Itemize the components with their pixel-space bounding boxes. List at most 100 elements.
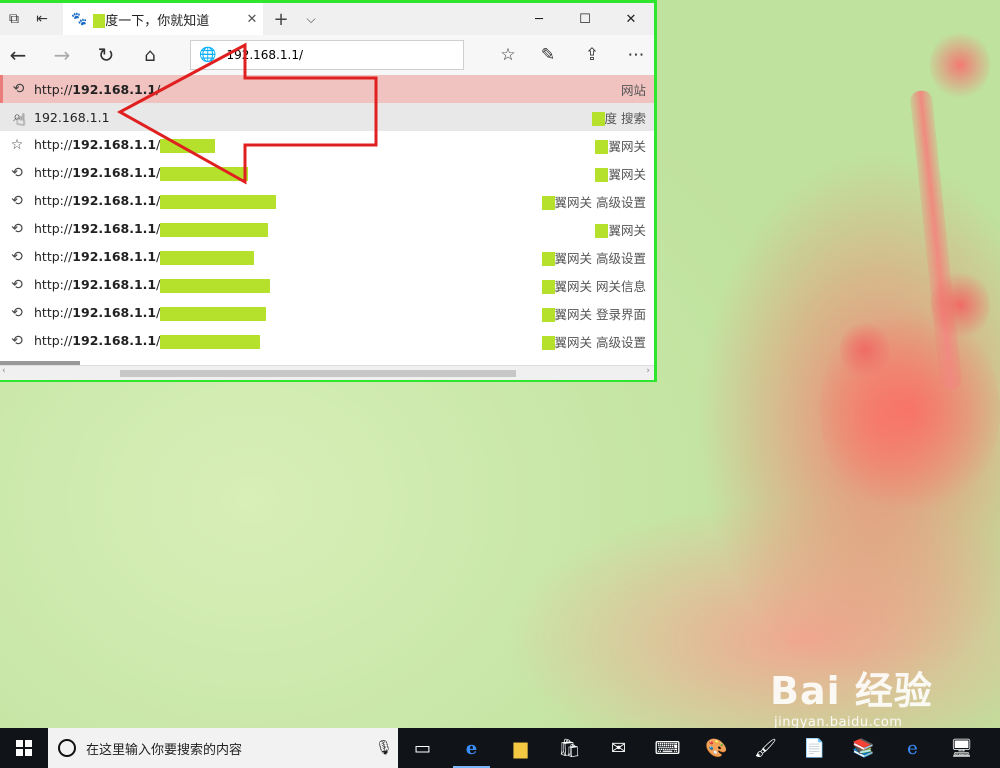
suggestion-row[interactable]: ⟲ http://192.168.1.1/翼网关 高级设置 — [0, 327, 654, 355]
home-button[interactable]: ⌂ — [134, 39, 166, 71]
redacted-mark — [595, 140, 609, 154]
suggestion-url: http://192.168.1.1/ — [34, 82, 621, 97]
paint-brush-icon[interactable]: 🖌 — [741, 728, 790, 768]
url-scheme: http:// — [34, 193, 73, 209]
folder-app-icon[interactable]: 📚 — [839, 728, 888, 768]
store-icon[interactable]: 🛍 — [545, 728, 594, 768]
start-button[interactable] — [0, 728, 48, 768]
task-view-icon[interactable]: ▭ — [398, 728, 447, 768]
close-window-button[interactable]: ✕ — [608, 3, 654, 35]
url-scheme: http:// — [34, 137, 73, 153]
globe-icon: 🌐 — [199, 47, 217, 63]
redacted-mark — [160, 222, 269, 237]
suggestion-row[interactable]: ⟲ http://192.168.1.1/翼网关 — [0, 159, 654, 187]
mail-icon[interactable]: ✉ — [594, 728, 643, 768]
address-input[interactable] — [226, 48, 427, 62]
paint-icon[interactable]: 🎨 — [692, 728, 741, 768]
share-button[interactable]: ⇪ — [574, 39, 610, 71]
url-path: / — [156, 81, 161, 97]
suggestion-tag: 翼网关 登录界面 — [554, 306, 646, 322]
suggestion-url: http://192.168.1.1/ — [34, 305, 542, 321]
history-icon: ⟲ — [11, 277, 23, 293]
suggestion-row[interactable]: ⟲ http://192.168.1.1/网站 — [0, 75, 654, 103]
suggestion-row[interactable]: ⟲ http://192.168.1.1/翼网关 高级设置 — [0, 243, 654, 271]
taskbar-search-box[interactable]: 在这里输入你要搜索的内容 🎙 — [48, 728, 398, 768]
url-scheme: http:// — [34, 333, 73, 349]
back-button[interactable]: ← — [2, 39, 34, 71]
suggestion-row[interactable]: ⟲ http://192.168.1.1/翼网关 网关信息 — [0, 271, 654, 299]
tab-preview-icon[interactable]: ⧉ — [0, 3, 28, 35]
redacted-mark — [541, 252, 555, 266]
keyboard-app-icon[interactable]: ⌨ — [643, 728, 692, 768]
url-host: 192.168.1.1 — [72, 221, 157, 237]
url-host: 192.168.1.1 — [72, 305, 157, 321]
favorites-button[interactable]: ☆ — [490, 39, 526, 71]
suggestion-tag: 翼网关 高级设置 — [554, 250, 646, 266]
url-host: 192.168.1.1 — [72, 277, 157, 293]
suggestion-tag: 翼网关 — [608, 138, 646, 154]
redacted-mark — [591, 112, 605, 126]
mouse-cursor-icon: ☝ — [16, 110, 26, 129]
suggestion-tag-wrap: 翼网关 高级设置 — [541, 192, 654, 211]
suggestion-tag-wrap: 翼网关 网关信息 — [541, 276, 654, 295]
history-icon: ⟲ — [11, 165, 23, 181]
set-aside-tabs-icon[interactable]: ⇤ — [28, 3, 56, 35]
close-tab-icon[interactable]: ✕ — [241, 12, 263, 27]
scrollbar-thumb[interactable] — [120, 370, 516, 377]
suggestion-tag: 翼网关 高级设置 — [554, 194, 646, 210]
redacted-mark — [93, 14, 106, 28]
microphone-icon[interactable]: 🎙 — [370, 740, 398, 756]
redacted-mark — [160, 306, 267, 321]
url-host: 192.168.1.1 — [72, 333, 157, 349]
suggestion-row[interactable]: ☆ http://192.168.1.1/翼网关 — [0, 131, 654, 159]
suggestion-tag: 翼网关 — [608, 166, 646, 182]
address-bar[interactable]: 🌐 — [190, 40, 464, 70]
tab-baidu[interactable]: 🐾 度一下，你就知道 ✕ — [63, 3, 263, 35]
suggestion-row[interactable]: ⟲ http://192.168.1.1/翼网关 登录界面 — [0, 299, 654, 327]
web-note-button[interactable]: ✎ — [530, 39, 566, 71]
redacted-mark — [541, 308, 555, 322]
suggestion-row[interactable]: ⟲ http://192.168.1.1/翼网关 — [0, 215, 654, 243]
more-button[interactable]: ⋯ — [618, 39, 654, 71]
history-icon: ⟲ — [11, 305, 23, 321]
tab-list-chevron-icon[interactable]: ⌵ — [300, 3, 322, 35]
redacted-mark — [595, 224, 609, 238]
scroll-left-icon[interactable]: ‹ — [2, 366, 6, 376]
refresh-button[interactable]: ↻ — [90, 39, 122, 71]
history-icon: ⟲ — [11, 249, 23, 265]
new-tab-button[interactable]: + — [270, 3, 292, 35]
flower-bud — [840, 320, 890, 380]
suggestion-tag: 翼网关 — [608, 222, 646, 238]
suggestion-tag-wrap: 度 搜索 — [591, 108, 654, 127]
url-host: 192.168.1.1 — [72, 165, 157, 181]
scroll-right-icon[interactable]: › — [646, 366, 650, 376]
internet-explorer-icon[interactable]: e — [888, 728, 937, 768]
redacted-mark — [160, 334, 261, 349]
browser-window: ⧉ ⇤ 🐾 度一下，你就知道 ✕ + ⌵ ─ ☐ ✕ ← → ↻ ⌂ 🌐 ☆ ✎… — [0, 0, 657, 382]
navigation-bar: ← → ↻ ⌂ 🌐 ☆ ✎ ⇪ ⋯ — [0, 35, 654, 76]
suggestion-row[interactable]: ⌕ 192.168.1.1 度 搜索 — [0, 103, 654, 131]
network-app-icon[interactable]: 🖥 — [937, 728, 986, 768]
minimize-button[interactable]: ─ — [516, 3, 562, 35]
history-icon: ⟲ — [12, 81, 25, 97]
suggestion-row[interactable]: ⟲ http://192.168.1.1/翼网关 高级设置 — [0, 187, 654, 215]
url-scheme: http:// — [34, 277, 73, 293]
redacted-mark — [160, 166, 249, 181]
redacted-mark — [160, 278, 271, 293]
suggestion-url: http://192.168.1.1/ — [34, 333, 542, 349]
history-icon: ⟲ — [11, 221, 23, 237]
suggestion-tag: 度 搜索 — [604, 110, 646, 126]
redacted-mark — [595, 168, 609, 182]
url-host: 192.168.1.1 — [72, 137, 157, 153]
edge-browser-icon[interactable]: e — [447, 728, 496, 768]
flower-bud — [930, 270, 990, 340]
maximize-button[interactable]: ☐ — [562, 3, 608, 35]
document-app-icon[interactable]: 📄 — [790, 728, 839, 768]
forward-button[interactable]: → — [46, 39, 78, 71]
suggestion-tag-wrap: 网站 — [621, 80, 654, 99]
horizontal-scrollbar[interactable]: ‹ › — [0, 365, 654, 380]
url-host: 192.168.1.1 — [72, 193, 157, 209]
suggestion-url: http://192.168.1.1/ — [34, 193, 542, 209]
tab-bar: ⧉ ⇤ 🐾 度一下，你就知道 ✕ + ⌵ ─ ☐ ✕ — [0, 3, 654, 35]
file-explorer-icon[interactable]: ▆ — [496, 728, 545, 768]
